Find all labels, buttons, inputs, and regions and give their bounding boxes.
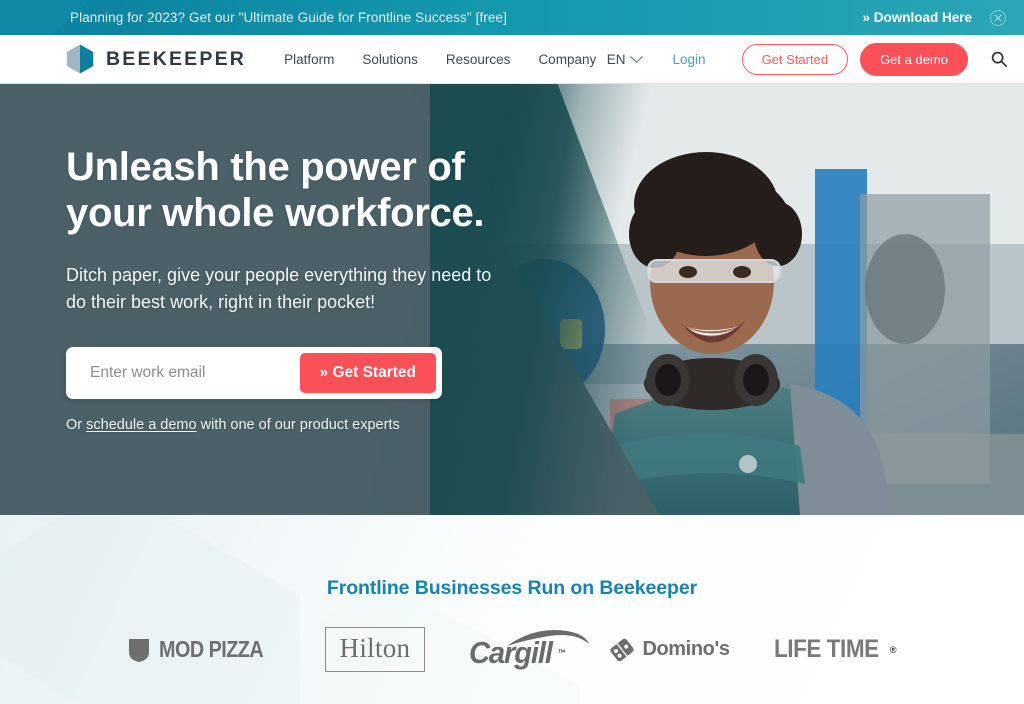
- hero-get-started-button[interactable]: » Get Started: [299, 352, 436, 393]
- hero-signup-form: » Get Started: [66, 346, 442, 399]
- note-suffix: with one of our product experts: [196, 416, 400, 433]
- customer-logo-row: MOD PIZZA Hilton Cargill ™ Domino's LIFE…: [0, 627, 1024, 672]
- nav-actions: EN Login Get Started Get a demo: [606, 42, 1024, 76]
- promo-download-link[interactable]: » Download Here: [862, 10, 972, 25]
- chevron-down-icon: [629, 49, 643, 63]
- get-a-demo-button[interactable]: Get a demo: [860, 42, 968, 76]
- mod-pizza-shield-icon: [129, 638, 150, 662]
- logo-life-time: LIFE TIME ®: [774, 635, 897, 664]
- note-prefix: Or: [66, 416, 87, 433]
- logo-cargill-label: Cargill: [469, 634, 553, 670]
- schedule-demo-note: Or schedule a demo with one of our produ…: [66, 417, 1024, 433]
- social-proof-title: Frontline Businesses Run on Beekeeper: [326, 577, 698, 599]
- schedule-demo-link[interactable]: schedule a demo: [86, 417, 196, 433]
- promo-banner: Planning for 2023? Get our "Ultimate Gui…: [0, 0, 1024, 35]
- nav-item-solutions[interactable]: Solutions: [362, 52, 418, 67]
- dominos-tile-icon: [610, 638, 635, 661]
- language-selector[interactable]: EN: [606, 49, 643, 67]
- life-time-registered-mark: ®: [889, 644, 897, 655]
- logo-dominos: Domino's: [609, 637, 730, 663]
- nav-item-platform[interactable]: Platform: [284, 52, 334, 67]
- hero-heading: Unleash the power of your whole workforc…: [66, 144, 1024, 237]
- main-navigation: BEEKEEPER Platform Solutions Resources C…: [0, 35, 1024, 84]
- nav-links: Platform Solutions Resources Company: [284, 52, 596, 67]
- hero-heading-line-1: Unleash the power of: [66, 145, 465, 189]
- logo-hilton: Hilton: [324, 627, 426, 672]
- hero-section: Unleash the power of your whole workforc…: [0, 84, 1024, 515]
- nav-item-resources[interactable]: Resources: [446, 52, 511, 67]
- get-started-button[interactable]: Get Started: [741, 43, 849, 75]
- hilton-box: Hilton: [324, 627, 426, 672]
- landing-page: Planning for 2023? Get our "Ultimate Gui…: [0, 0, 1024, 704]
- promo-message: Planning for 2023? Get our "Ultimate Gui…: [70, 10, 507, 25]
- beekeeper-hexagon-logo: [66, 44, 94, 74]
- login-link[interactable]: Login: [673, 52, 706, 67]
- logo-mod-pizza-label: MOD PIZZA: [159, 636, 264, 662]
- social-proof-section: Frontline Businesses Run on Beekeeper MO…: [0, 515, 1024, 704]
- promo-actions: » Download Here: [862, 0, 1024, 35]
- nav-item-company[interactable]: Company: [538, 52, 596, 67]
- logo-mod-pizza: MOD PIZZA: [127, 636, 280, 663]
- hero-sub-line-1: Ditch paper, give your people everything…: [66, 264, 492, 285]
- hero-content: Unleash the power of your whole workforc…: [0, 84, 1024, 433]
- hero-heading-line-2: your whole workforce.: [66, 191, 485, 236]
- logo-cargill: Cargill ™: [469, 629, 590, 671]
- hero-subheading: Ditch paper, give your people everything…: [66, 262, 1024, 317]
- hero-sub-line-2: do their best work, right in their pocke…: [66, 292, 376, 313]
- close-circle-icon[interactable]: [990, 9, 1006, 26]
- search-icon[interactable]: [990, 50, 1008, 68]
- logo-life-time-label: LIFE TIME: [773, 635, 879, 663]
- cargill-trademark: ™: [557, 648, 566, 657]
- work-email-input[interactable]: [72, 352, 300, 393]
- logo-hilton-label: Hilton: [339, 633, 411, 663]
- brand-name: BEEKEEPER: [106, 47, 247, 70]
- language-label: EN: [606, 51, 626, 67]
- logo-dominos-label: Domino's: [642, 638, 730, 660]
- brand-logo-link[interactable]: BEEKEEPER: [66, 44, 246, 74]
